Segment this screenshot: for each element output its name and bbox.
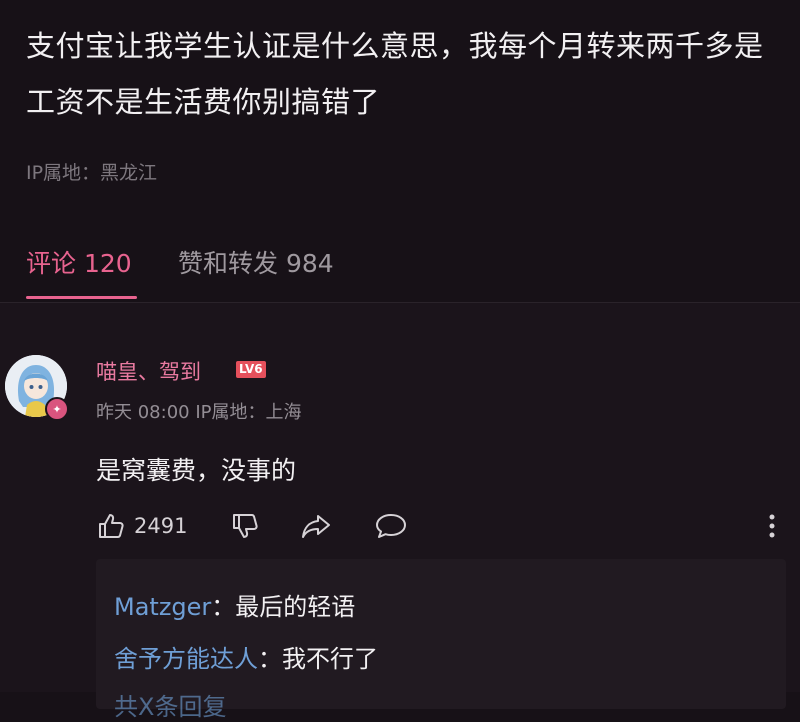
reply-colon: ：	[258, 645, 282, 673]
reply-author[interactable]: 舍予方能达人	[114, 645, 258, 673]
like-count: 2491	[134, 514, 188, 538]
comment-meta: 昨天 08:00 IP属地：上海	[96, 402, 302, 423]
avatar-badge-icon: ✦	[45, 397, 69, 421]
share-icon	[300, 511, 332, 541]
reply-colon: ：	[211, 593, 236, 621]
reply-author[interactable]: Matzger	[114, 593, 211, 621]
active-tab-indicator	[26, 296, 137, 299]
reply-item: Matzger：最后的轻语	[114, 587, 355, 622]
comment-card: ✦ 喵皇、驾到 LV6 昨天 08:00 IP属地：上海 是窝囊费，没事的 24…	[0, 303, 800, 721]
reply-author[interactable]: 共X条回复	[114, 693, 226, 721]
reply-preview-box[interactable]: Matzger：最后的轻语 舍予方能达人：我不行了 共X条回复	[96, 559, 786, 721]
reply-item: 舍予方能达人：我不行了	[114, 639, 378, 674]
post-ip-location: IP属地：黑龙江	[26, 162, 158, 184]
tab-comments[interactable]: 评论 120	[26, 244, 132, 280]
reply-button[interactable]	[374, 509, 408, 543]
thumbs-down-icon	[230, 511, 260, 541]
more-options-button[interactable]	[760, 509, 784, 543]
tab-likes-reposts[interactable]: 赞和转发 984	[178, 244, 334, 280]
comment-username[interactable]: 喵皇、驾到	[96, 356, 201, 386]
thumbs-up-icon	[96, 511, 126, 541]
comment-actions: 2491	[96, 509, 786, 543]
reply-text: 最后的轻语	[235, 593, 356, 621]
share-button[interactable]	[300, 509, 332, 543]
like-button[interactable]: 2491	[96, 509, 187, 543]
dislike-button[interactable]	[230, 509, 260, 543]
reply-bubble-icon	[374, 511, 408, 541]
comment-text: 是窝囊费，没事的	[96, 456, 297, 485]
more-vertical-icon	[768, 513, 776, 539]
post-text: 支付宝让我学生认证是什么意思，我每个月转来两千多是工资不是生活费你别搞错了	[26, 29, 764, 119]
reply-text: 我不行了	[282, 645, 378, 673]
level-badge: LV6	[236, 361, 266, 378]
reply-item: 共X条回复	[114, 687, 226, 722]
